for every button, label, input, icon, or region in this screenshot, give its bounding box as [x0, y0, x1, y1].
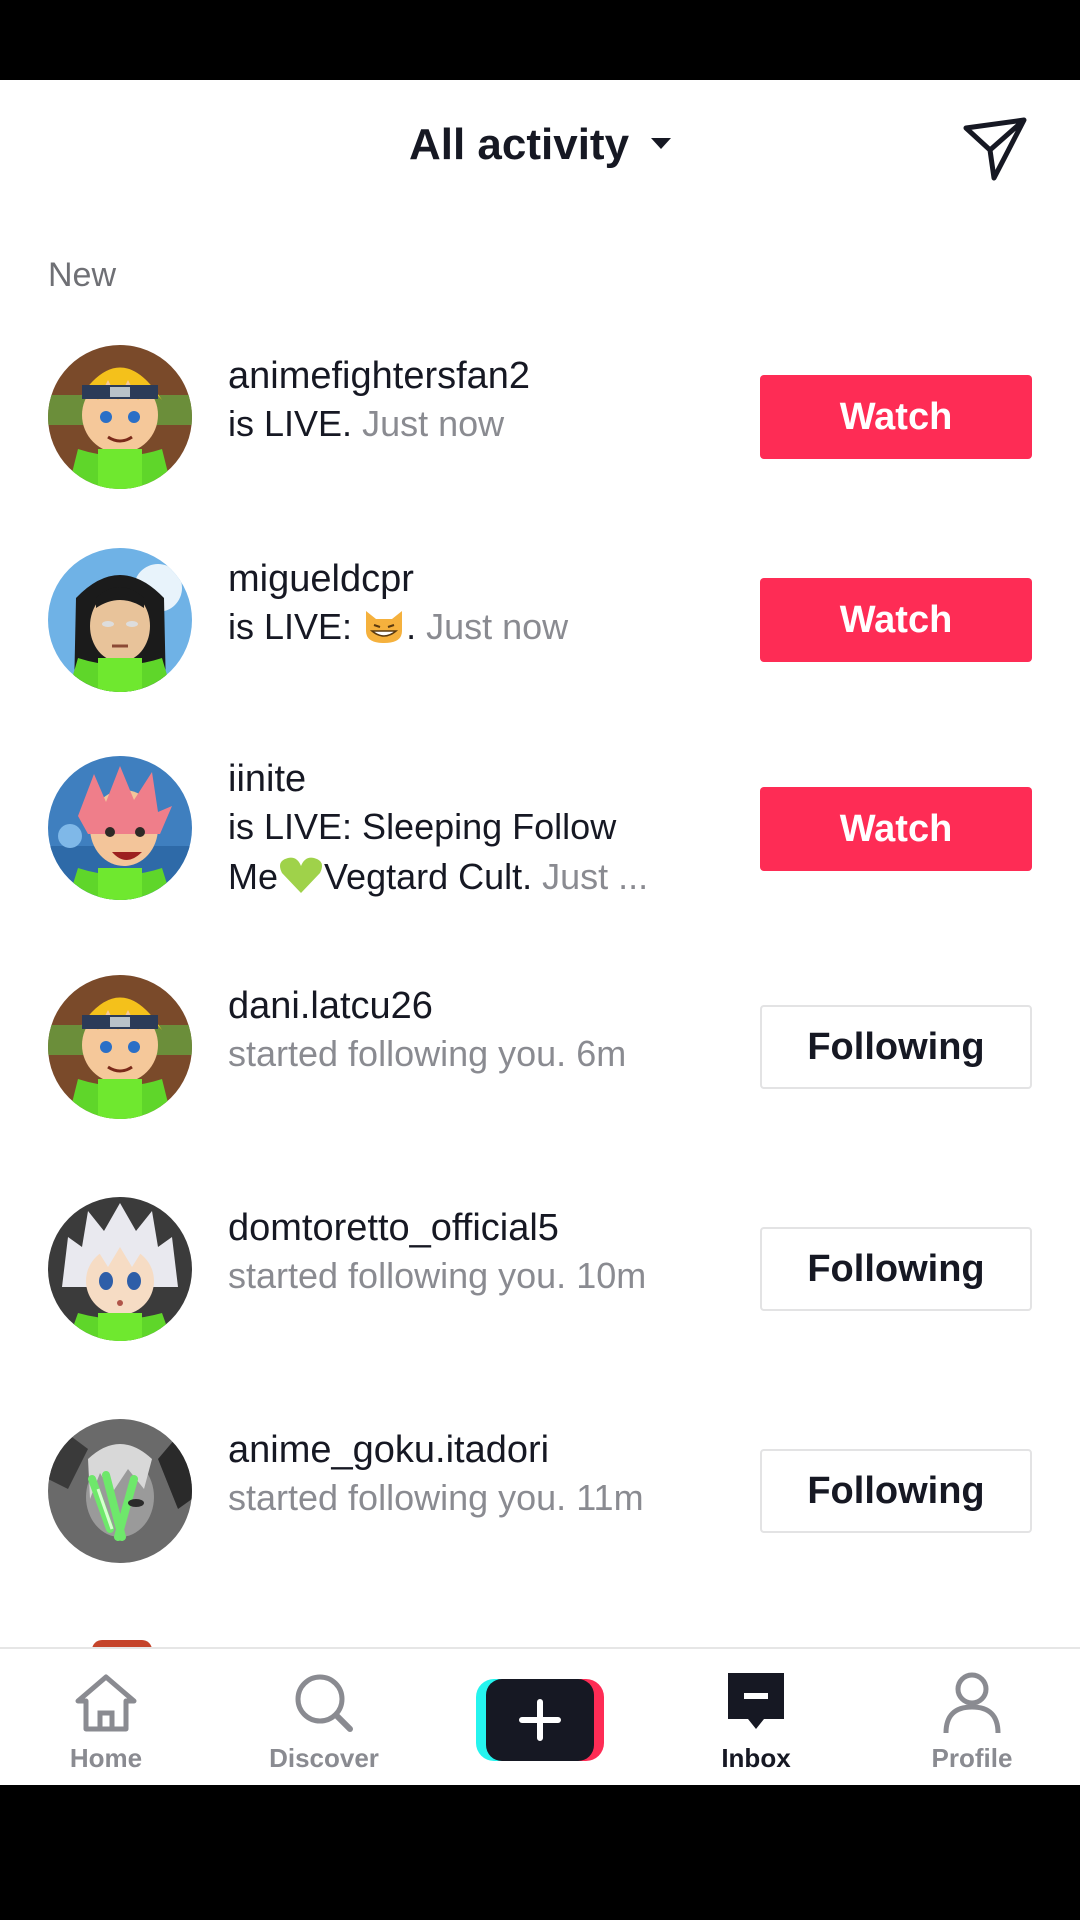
caret-down-icon	[651, 137, 672, 149]
activity-row[interactable]: anime_goku.itadori started following you…	[0, 1419, 1080, 1579]
username[interactable]: anime_goku.itadori	[228, 1427, 708, 1473]
search-icon	[295, 1674, 353, 1732]
nav-home-label: Home	[69, 1743, 143, 1773]
avatar[interactable]	[48, 345, 192, 489]
activity-text: started following you.	[228, 1255, 567, 1296]
activity-text: is LIVE.	[228, 403, 353, 444]
avatar[interactable]	[48, 1197, 192, 1341]
timestamp: Just ...	[542, 856, 649, 897]
username[interactable]: animefightersfan2	[228, 353, 708, 399]
activity-row[interactable]: animefightersfan2 is LIVE. Just now Watc…	[0, 345, 1080, 505]
activity-description: is LIVE: Sleeping Follow Me Vegtard Cult…	[228, 802, 708, 902]
nav-profile[interactable]: Profile	[882, 1649, 1062, 1785]
watch-button[interactable]: Watch	[760, 787, 1032, 871]
activity-text-line2: Me Vegtard Cult. Just ...	[228, 852, 708, 902]
activity-row[interactable]: domtoretto_official5 started following y…	[0, 1197, 1080, 1357]
nav-profile-label: Profile	[931, 1743, 1013, 1773]
grinning-cat-emoji-icon	[366, 611, 403, 644]
watch-button[interactable]: Watch	[760, 578, 1032, 662]
inbox-icon	[728, 1673, 784, 1729]
row-text: migueldcpr is LIVE: . Just now	[228, 556, 708, 652]
following-button[interactable]: Following	[760, 1227, 1032, 1311]
username[interactable]: domtoretto_official5	[228, 1205, 708, 1251]
following-button[interactable]: Following	[760, 1005, 1032, 1089]
timestamp: Just now	[362, 403, 505, 444]
activity-description: started following you. 11m	[228, 1473, 708, 1523]
timestamp: 10m	[576, 1255, 647, 1296]
row-text: dani.latcu26 started following you. 6m	[228, 983, 708, 1079]
plus-icon	[519, 1699, 561, 1741]
nav-discover[interactable]: Discover	[234, 1649, 414, 1785]
nav-home[interactable]: Home	[16, 1649, 196, 1785]
green-heart-emoji-icon	[280, 858, 323, 894]
status-bar	[0, 0, 1080, 80]
system-bar	[0, 1785, 1080, 1920]
create-button-core	[486, 1679, 594, 1761]
inbox-screen: All activity New animefightersfan2 is LI…	[0, 80, 1080, 1785]
activity-text-line1: is LIVE: Sleeping Follow	[228, 806, 617, 847]
nav-discover-label: Discover	[269, 1743, 379, 1773]
avatar[interactable]	[48, 756, 192, 900]
page-title: All activity	[408, 120, 630, 169]
activity-description: is LIVE: . Just now	[228, 602, 708, 652]
activity-text: started following you.	[228, 1477, 567, 1518]
activity-text: Me	[228, 856, 279, 897]
timestamp: 6m	[576, 1033, 627, 1074]
home-icon	[75, 1674, 137, 1732]
create-button[interactable]	[476, 1679, 604, 1761]
activity-row[interactable]: iinite is LIVE: Sleeping Follow Me Vegta…	[0, 756, 1080, 920]
row-text: iinite is LIVE: Sleeping Follow Me Vegta…	[228, 756, 708, 902]
username[interactable]: dani.latcu26	[228, 983, 708, 1029]
avatar[interactable]	[48, 548, 192, 692]
activity-text: is LIVE:	[228, 606, 353, 647]
activity-row[interactable]: migueldcpr is LIVE: . Just now Watch	[0, 548, 1080, 708]
activity-description: started following you. 6m	[228, 1029, 708, 1079]
activity-description: is LIVE. Just now	[228, 399, 708, 449]
watch-button[interactable]: Watch	[760, 375, 1032, 459]
header: All activity	[0, 80, 1080, 220]
username[interactable]: iinite	[228, 756, 708, 802]
timestamp: Just now	[426, 606, 569, 647]
bottom-navigation: Home Discover Inbox Profile	[0, 1647, 1080, 1785]
row-text: domtoretto_official5 started following y…	[228, 1205, 708, 1301]
avatar[interactable]	[48, 1419, 192, 1563]
activity-text: started following you.	[228, 1033, 567, 1074]
activity-text-end: .	[406, 606, 417, 647]
row-text: animefightersfan2 is LIVE. Just now	[228, 353, 708, 449]
activity-text: Vegtard Cult.	[324, 856, 533, 897]
activity-description: started following you. 10m	[228, 1251, 708, 1301]
nav-inbox-label: Inbox	[721, 1743, 791, 1773]
row-text: anime_goku.itadori started following you…	[228, 1427, 708, 1523]
username[interactable]: migueldcpr	[228, 556, 708, 602]
profile-icon	[943, 1672, 1001, 1734]
activity-row[interactable]: dani.latcu26 started following you. 6m F…	[0, 975, 1080, 1135]
avatar[interactable]	[48, 975, 192, 1119]
nav-inbox[interactable]: Inbox	[666, 1649, 846, 1785]
activity-filter-dropdown[interactable]: All activity	[0, 120, 1080, 170]
section-label-new: New	[48, 256, 117, 294]
timestamp: 11m	[576, 1477, 644, 1518]
send-message-icon[interactable]	[960, 114, 1030, 184]
following-button[interactable]: Following	[760, 1449, 1032, 1533]
